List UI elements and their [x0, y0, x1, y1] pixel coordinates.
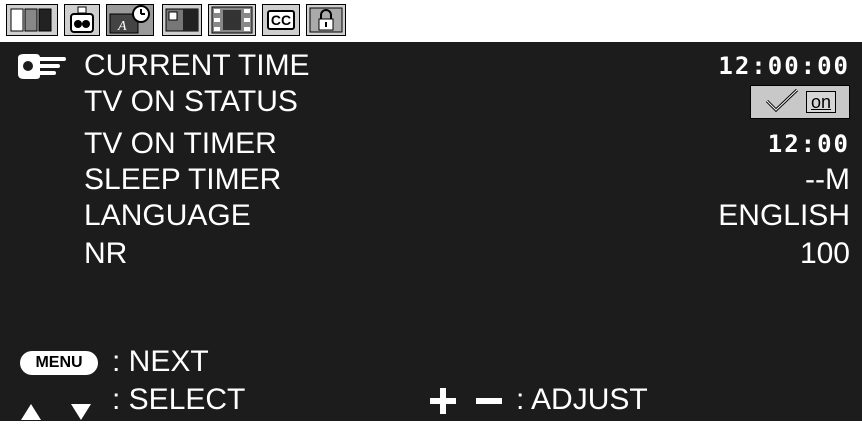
menu-row-tv-on-status[interactable]: TV ON STATUS on — [0, 82, 862, 122]
current-time-value: 12:00:00 — [718, 52, 850, 80]
current-time-label: CURRENT TIME — [84, 49, 310, 82]
tab-parental-lock[interactable] — [306, 4, 346, 36]
next-label: : NEXT — [112, 345, 209, 378]
tab-timer[interactable]: A — [106, 4, 154, 36]
sleep-timer-label: SLEEP TIMER — [84, 163, 282, 196]
tv-on-status-value: on — [805, 91, 837, 113]
film-strip-icon — [211, 6, 253, 34]
audio-speaker-icon — [68, 6, 96, 34]
nr-label: NR — [84, 237, 128, 270]
menu-row-nr[interactable]: NR 100 — [0, 234, 862, 274]
menu-row-sleep-timer[interactable]: SLEEP TIMER --M — [0, 160, 862, 200]
tv-osd-screen: A CC CURRENT TIME 12:00:00 TV ON STATUS … — [0, 0, 862, 421]
parental-lock-icon — [309, 6, 343, 34]
closed-caption-icon: CC — [266, 10, 296, 30]
select-label: : SELECT — [112, 383, 246, 416]
plus-icon — [428, 386, 458, 425]
footer-next-hint: MENU : NEXT — [0, 344, 862, 380]
display-panel-icon — [165, 7, 199, 33]
tab-picture[interactable] — [6, 4, 58, 36]
tv-on-status-toggle[interactable]: on — [750, 85, 850, 119]
footer-select-adjust-hint: : SELECT : ADJUST — [0, 382, 862, 420]
minus-icon — [474, 386, 504, 425]
timer-clock-icon: A — [108, 5, 152, 35]
hand-pointer-icon — [14, 52, 70, 85]
menu-row-language[interactable]: LANGUAGE ENGLISH — [0, 196, 862, 236]
tv-on-timer-value: 12:00 — [767, 130, 850, 158]
menu-key-icon: MENU — [20, 351, 98, 375]
sleep-timer-value: --M — [805, 163, 850, 196]
timer-menu-panel: CURRENT TIME 12:00:00 TV ON STATUS on TV… — [0, 42, 862, 421]
menu-row-tv-on-timer[interactable]: TV ON TIMER 12:00 — [0, 124, 862, 164]
tab-closed-caption[interactable]: CC — [262, 4, 300, 36]
svg-text:A: A — [117, 19, 127, 34]
tab-audio[interactable] — [64, 4, 100, 36]
language-label: LANGUAGE — [84, 199, 251, 232]
menu-tab-bar: A CC — [0, 0, 862, 42]
language-value: ENGLISH — [718, 199, 850, 232]
tab-display[interactable] — [162, 4, 202, 36]
adjust-label: : ADJUST — [516, 383, 648, 416]
down-arrow-icon — [70, 394, 92, 430]
tv-on-timer-label: TV ON TIMER — [84, 127, 277, 160]
tab-film[interactable] — [208, 4, 256, 36]
up-arrow-icon — [20, 394, 42, 430]
checkmark-icon — [764, 87, 800, 118]
menu-row-current-time[interactable]: CURRENT TIME 12:00:00 — [0, 46, 862, 86]
nr-value: 100 — [799, 237, 850, 270]
tv-picture-icon — [10, 7, 54, 33]
tv-on-status-label: TV ON STATUS — [84, 85, 298, 118]
